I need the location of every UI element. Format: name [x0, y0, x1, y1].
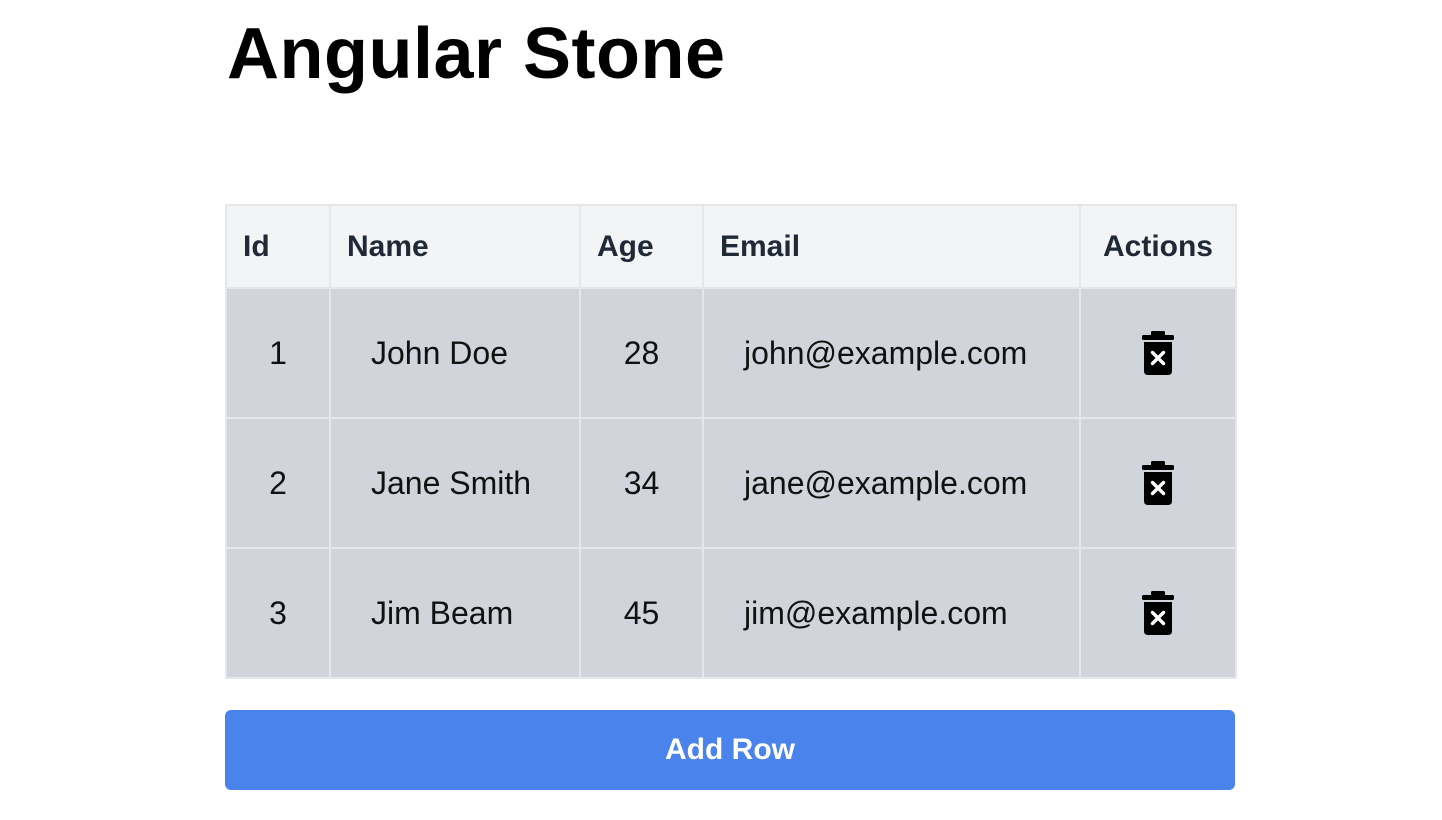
- cell-id: 3: [225, 547, 331, 679]
- header-actions: Actions: [1079, 204, 1237, 289]
- table-row: 1 John Doe 28 john@example.com: [225, 287, 1237, 419]
- data-table: Id Name Age Email Actions 1 John Doe 28 …: [225, 204, 1237, 679]
- page-title: Angular Stone: [227, 14, 726, 94]
- cell-name: John Doe: [329, 287, 581, 419]
- cell-age: 45: [579, 547, 704, 679]
- delete-row-button[interactable]: [1136, 588, 1180, 638]
- cell-email: john@example.com: [702, 287, 1081, 419]
- header-row: Id Name Age Email Actions: [225, 204, 1237, 289]
- cell-name: Jane Smith: [329, 417, 581, 549]
- trash-delete-icon: [1142, 461, 1174, 505]
- delete-row-button[interactable]: [1136, 458, 1180, 508]
- cell-age: 28: [579, 287, 704, 419]
- cell-id: 1: [225, 287, 331, 419]
- cell-email: jim@example.com: [702, 547, 1081, 679]
- add-row-button[interactable]: Add Row: [225, 710, 1235, 790]
- table-body: 1 John Doe 28 john@example.com 2 Jane Sm…: [225, 287, 1237, 679]
- cell-age: 34: [579, 417, 704, 549]
- header-age: Age: [579, 204, 704, 289]
- header-id: Id: [225, 204, 331, 289]
- header-email: Email: [702, 204, 1081, 289]
- trash-delete-icon: [1142, 591, 1174, 635]
- trash-delete-icon: [1142, 331, 1174, 375]
- header-name: Name: [329, 204, 581, 289]
- cell-name: Jim Beam: [329, 547, 581, 679]
- table-header: Id Name Age Email Actions: [225, 204, 1237, 289]
- table-row: 2 Jane Smith 34 jane@example.com: [225, 417, 1237, 549]
- cell-email: jane@example.com: [702, 417, 1081, 549]
- cell-actions: [1079, 417, 1237, 549]
- cell-actions: [1079, 287, 1237, 419]
- cell-actions: [1079, 547, 1237, 679]
- table-row: 3 Jim Beam 45 jim@example.com: [225, 547, 1237, 679]
- delete-row-button[interactable]: [1136, 328, 1180, 378]
- cell-id: 2: [225, 417, 331, 549]
